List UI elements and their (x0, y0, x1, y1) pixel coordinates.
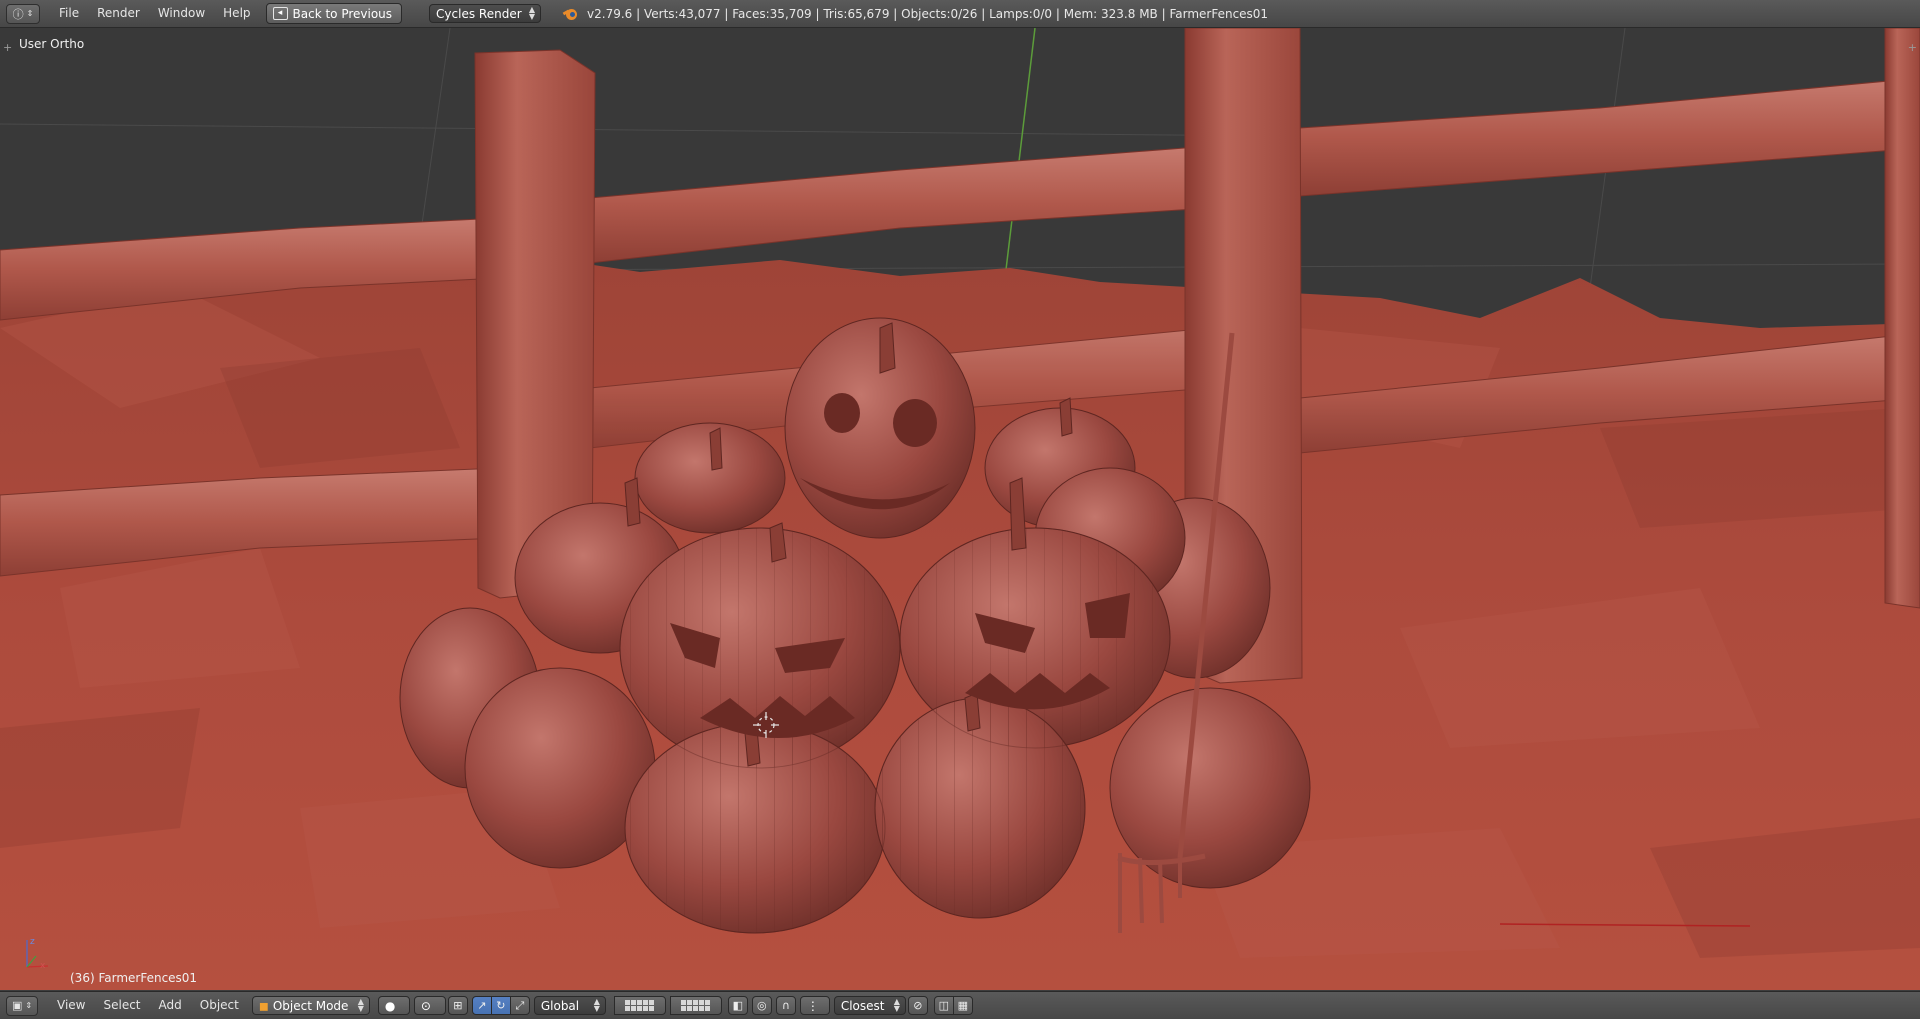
updown-arrows-icon: ⇕ (25, 1001, 33, 1010)
info-header: ⓘ ⇕ File Render Window Help ◂ Back to Pr… (0, 0, 1920, 28)
snap-target-value: Closest (840, 998, 885, 1013)
svg-text:x: x (40, 961, 46, 971)
snap-toggle-button[interactable]: ∩ (775, 996, 796, 1015)
snap-rotation-toggle[interactable]: ⊘ (907, 996, 928, 1015)
view3d-icon: ▣ (11, 999, 23, 1012)
translate-icon: ↗ (477, 999, 487, 1012)
back-to-previous-button[interactable]: ◂ Back to Previous (265, 3, 403, 24)
solid-shading-icon: ● (384, 998, 396, 1013)
render-engine-value: Cycles Render (436, 6, 522, 21)
mode-value: Object Mode (272, 998, 349, 1013)
menu-add[interactable]: Add (150, 992, 191, 1019)
pivot-icon: ⊙ (420, 998, 431, 1013)
menu-view[interactable]: View (48, 992, 94, 1019)
updown-arrows-icon: ⇕ (26, 9, 34, 18)
scene-render: z x (0, 28, 1920, 990)
menu-select[interactable]: Select (94, 992, 149, 1019)
scene-statistics: v2.79.6 | Verts:43,077 | Faces:35,709 | … (587, 6, 1269, 21)
proportional-icon: ◎ (757, 999, 767, 1012)
info-icon: ⓘ (12, 7, 24, 21)
dropdown-arrows-icon: ▲ ▼ (528, 5, 536, 21)
snap-target-dropdown[interactable]: Closest ▲ ▼ (833, 996, 906, 1015)
dropdown-arrows-icon: ▲ ▼ (593, 997, 600, 1013)
clapperboard-icon: ▦ (957, 999, 969, 1012)
rotate-icon: ↻ (496, 999, 506, 1012)
menu-help[interactable]: Help (214, 0, 259, 27)
scale-icon: ⤢ (515, 998, 525, 1012)
render-engine-dropdown[interactable]: Cycles Render ▲ ▼ (429, 4, 542, 23)
translate-manipulator-button[interactable]: ↗ (471, 996, 492, 1015)
dropdown-arrows-icon: ▲ ▼ (357, 997, 364, 1013)
svg-text:z: z (30, 937, 35, 947)
viewport-shading-dropdown[interactable]: ● (377, 996, 410, 1015)
transform-orientation-dropdown[interactable]: Global ▲ ▼ (533, 996, 606, 1015)
snap-element-dropdown[interactable]: ⋮ (799, 996, 830, 1015)
snap-increment-icon: ⋮ (806, 998, 819, 1013)
editor-type-selector-3d[interactable]: ▣ ⇕ (6, 995, 38, 1016)
menu-window[interactable]: Window (149, 0, 214, 27)
screen-back-icon: ◂ (272, 7, 288, 20)
object-mode-icon: ◼ (258, 998, 269, 1013)
lock-camera-layers-button[interactable]: ◧ (727, 996, 748, 1015)
manipulator-mode-group: ↗ ↻ ⤢ (471, 996, 530, 1015)
y-axis-line (1004, 28, 1036, 279)
active-object-label: (36) FarmerFences01 (70, 971, 198, 985)
region-expand-left-icon[interactable]: + (3, 41, 12, 54)
scene-layers-6-10[interactable] (669, 996, 722, 1015)
snap-rotation-icon: ⊘ (913, 999, 923, 1012)
rotate-manipulator-button[interactable]: ↻ (490, 996, 511, 1015)
menu-object[interactable]: Object (191, 992, 248, 1019)
dropdown-arrows-icon: ▲ ▼ (893, 997, 900, 1013)
blender-logo-icon (562, 6, 579, 22)
editor-type-selector[interactable]: ⓘ ⇕ (6, 3, 40, 24)
layers-grid-icon (681, 1000, 711, 1011)
scene-layers-1-5[interactable] (613, 996, 666, 1015)
view-label: User Ortho (19, 37, 85, 51)
menu-file[interactable]: File (50, 0, 88, 27)
pivot-point-dropdown[interactable]: ⊙ (413, 996, 446, 1015)
scale-manipulator-button[interactable]: ⤢ (509, 996, 530, 1015)
mode-dropdown[interactable]: ◼ Object Mode ▲ ▼ (251, 996, 370, 1015)
back-to-previous-label: Back to Previous (292, 6, 393, 21)
layer-group-2 (669, 996, 722, 1015)
proportional-editing-button[interactable]: ◎ (751, 996, 772, 1015)
camera-icon: ◫ (938, 999, 950, 1012)
layers-grid-icon (625, 1000, 655, 1011)
magnet-icon: ∩ (781, 999, 790, 1012)
transform-orientation-value: Global (540, 998, 580, 1013)
layers-lock-icon: ◧ (732, 999, 744, 1012)
menu-render[interactable]: Render (88, 0, 149, 27)
3d-view-header: ▣ ⇕ View Select Add Object ◼ Object Mode… (0, 991, 1920, 1019)
3d-viewport[interactable]: z x User Ortho (36) FarmerFences01 + + (0, 28, 1920, 990)
region-expand-right-icon[interactable]: + (1908, 41, 1917, 54)
manipulator-icon: ⊞ (453, 999, 463, 1012)
opengl-render-image-button[interactable]: ◫ (933, 996, 954, 1015)
layer-group-1 (613, 996, 666, 1015)
opengl-render-animation-button[interactable]: ▦ (952, 996, 973, 1015)
render-buttons-group: ◫ ▦ (933, 996, 973, 1015)
manipulator-toggle[interactable]: ⊞ (447, 996, 468, 1015)
